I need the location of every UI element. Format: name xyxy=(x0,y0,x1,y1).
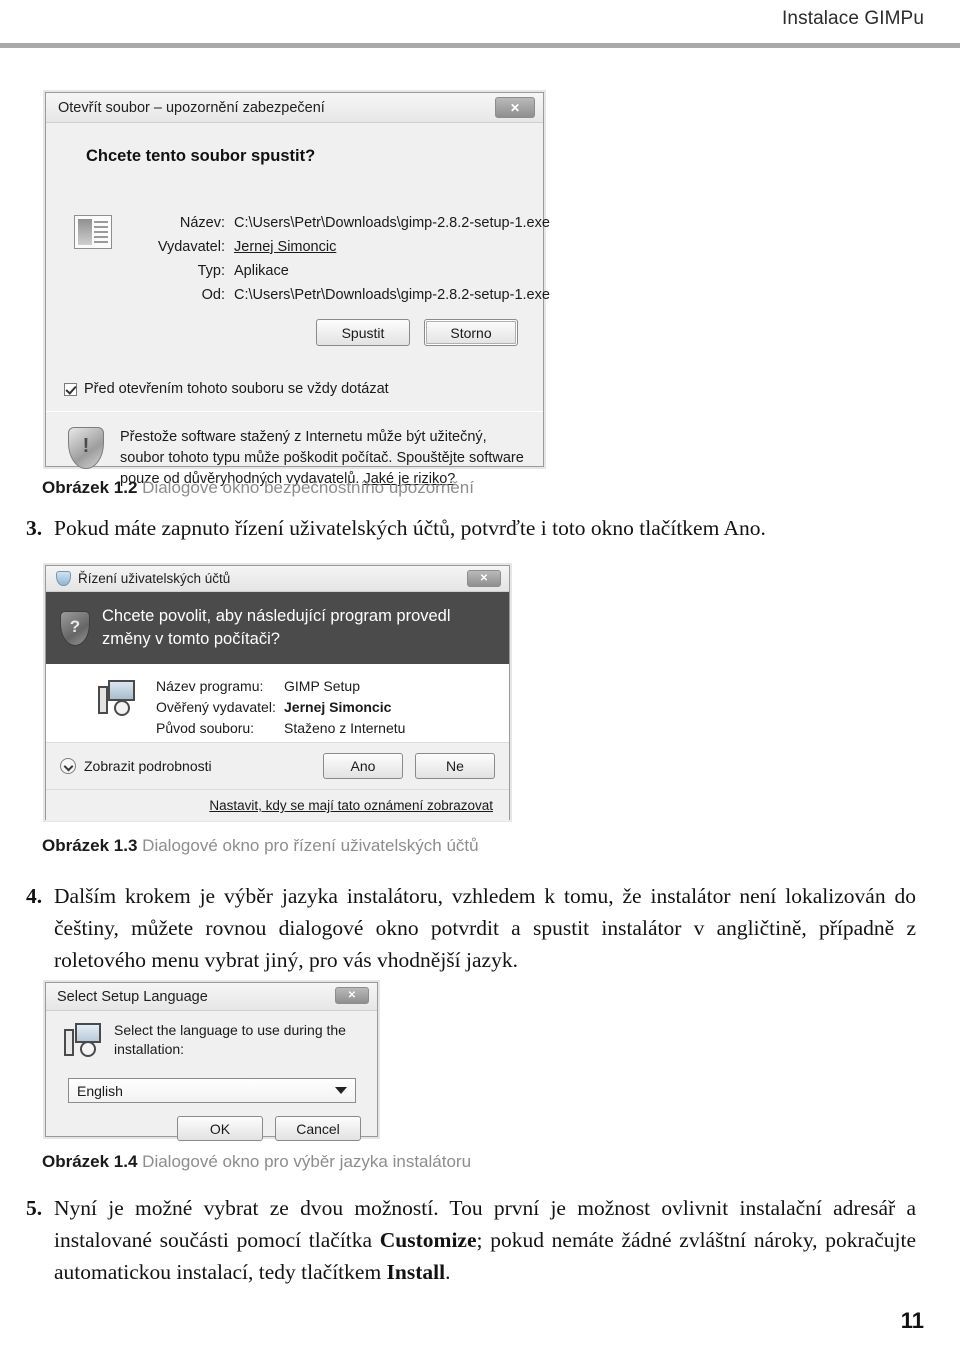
security-dialog-titlebar: Otevřít soubor – upozornění zabezpečení … xyxy=(46,93,543,123)
ok-button[interactable]: OK xyxy=(177,1116,263,1141)
detail-row-from: Od: C:\Users\Petr\Downloads\gimp-2.8.2-s… xyxy=(138,283,550,307)
show-details-toggle[interactable]: Zobrazit podrobnosti xyxy=(60,758,212,774)
uac-detail-value: Staženo z Internetu xyxy=(284,720,406,736)
caption-text: Dialogové okno pro řízení uživatelských … xyxy=(137,836,479,855)
list-item-number: 4. xyxy=(26,884,43,908)
publisher-link[interactable]: Jernej Simoncic xyxy=(234,235,336,259)
language-dialog-body: Select the language to use during the in… xyxy=(46,1011,377,1141)
caption-text: Dialogové okno pro výběr jazyka instalát… xyxy=(137,1152,472,1171)
run-button[interactable]: Spustit xyxy=(316,319,410,346)
list-item-number: 3. xyxy=(26,516,43,540)
caption-number: Obrázek 1.2 xyxy=(42,478,138,497)
language-dialog-buttons: OK Cancel xyxy=(177,1116,361,1141)
warning-shield-icon: ! xyxy=(68,427,104,469)
security-warning-dialog: Otevřít soubor – upozornění zabezpečení … xyxy=(45,92,550,487)
close-icon[interactable]: ✕ xyxy=(467,570,501,587)
shield-question-icon: ? xyxy=(60,610,90,646)
chevron-down-icon[interactable] xyxy=(60,758,76,774)
security-dialog-body: Chcete tento soubor spustit? Název: C:\U… xyxy=(46,123,550,487)
detail-value: C:\Users\Petr\Downloads\gimp-2.8.2-setup… xyxy=(234,287,550,303)
no-button[interactable]: Ne xyxy=(415,753,495,779)
always-ask-checkbox-row[interactable]: Před otevřením tohoto souboru se vždy do… xyxy=(64,381,389,397)
always-ask-label: Před otevřením tohoto souboru se vždy do… xyxy=(84,381,389,397)
caption-number: Obrázek 1.4 xyxy=(42,1152,138,1171)
list-item-text: Nyní je možné vybrat ze dvou možností. T… xyxy=(54,1192,916,1288)
security-dialog-buttons: Spustit Storno xyxy=(316,319,518,346)
detail-row-type: Typ: Aplikace xyxy=(138,259,550,283)
uac-detail-row-publisher: Ověřený vydavatel: Jernej Simoncic xyxy=(156,697,405,718)
cancel-button[interactable]: Cancel xyxy=(275,1116,361,1141)
show-details-label: Zobrazit podrobnosti xyxy=(84,758,212,774)
page-number: 11 xyxy=(900,1308,924,1333)
uac-detail-value: GIMP Setup xyxy=(284,678,361,694)
uac-banner-text: Chcete povolit, aby následující program … xyxy=(102,607,451,648)
detail-value: Aplikace xyxy=(234,263,289,279)
cancel-button[interactable]: Storno xyxy=(424,319,518,346)
list-item-text: Pokud máte zapnuto řízení uživatelských … xyxy=(54,516,766,540)
detail-row-name: Název: C:\Users\Petr\Downloads\gimp-2.8.… xyxy=(138,211,550,235)
uac-detail-label: Původ souboru: xyxy=(156,720,255,736)
list-item-text: Dalším krokem je výběr jazyka instalátor… xyxy=(54,884,916,972)
uac-detail-label: Ověřený vydavatel: xyxy=(156,699,276,715)
uac-banner: ? Chcete povolit, aby následující progra… xyxy=(46,592,509,664)
notification-settings-link[interactable]: Nastavit, kdy se mají tato oznámení zobr… xyxy=(209,798,493,813)
yes-button[interactable]: Ano xyxy=(323,753,403,779)
figure-caption-1-2: Obrázek 1.2 Dialogové okno bezpečnostníh… xyxy=(42,478,474,498)
checkbox-icon[interactable] xyxy=(64,382,77,396)
security-divider xyxy=(46,411,543,412)
list-item-number: 5. xyxy=(26,1196,43,1220)
uac-dialog: Řízení uživatelských účtů ✕ ? Chcete pov… xyxy=(45,565,510,821)
caption-number: Obrázek 1.3 xyxy=(42,836,138,855)
close-icon[interactable]: ✕ xyxy=(335,987,369,1004)
uac-settings-bar: Nastavit, kdy se mají tato oznámení zobr… xyxy=(46,789,509,821)
detail-label: Název: xyxy=(179,215,225,231)
language-dialog-titlebar: Select Setup Language ✕ xyxy=(46,983,377,1011)
figure-caption-1-4: Obrázek 1.4 Dialogové okno pro výběr jaz… xyxy=(42,1152,471,1172)
page-header: Instalace GIMPu xyxy=(0,0,960,56)
security-warning-zone: ! Přestože software stažený z Internetu … xyxy=(46,413,543,487)
detail-label: Vydavatel: xyxy=(157,239,225,255)
list-item: 5. Nyní je možné vybrat ze dvou možností… xyxy=(26,1192,916,1288)
install-button-mention: Install xyxy=(386,1260,446,1284)
security-dialog-title: Otevřít soubor – upozornění zabezpečení xyxy=(58,99,325,116)
close-icon[interactable]: ✕ xyxy=(495,97,535,118)
security-question-heading: Chcete tento soubor spustit? xyxy=(86,147,316,165)
uac-dialog-titlebar: Řízení uživatelských účtů ✕ xyxy=(46,566,509,592)
page-header-title: Instalace GIMPu xyxy=(782,8,924,29)
uac-dialog-title: Řízení uživatelských účtů xyxy=(78,571,231,586)
detail-label: Od: xyxy=(201,287,225,303)
item5-part3: . xyxy=(445,1260,451,1284)
caption-text: Dialogové okno bezpečnostního upozornění xyxy=(137,478,474,497)
language-select-value: English xyxy=(77,1082,123,1099)
uac-detail-value: Jernej Simoncic xyxy=(284,699,392,715)
uac-program-details: Název programu: GIMP Setup Ověřený vydav… xyxy=(46,664,509,742)
header-divider-rule xyxy=(0,43,960,48)
detail-label: Typ: xyxy=(197,263,225,279)
uac-action-bar: Zobrazit podrobnosti Ano Ne xyxy=(46,742,509,789)
security-file-details: Název: C:\Users\Petr\Downloads\gimp-2.8.… xyxy=(138,211,550,307)
figure-caption-1-3: Obrázek 1.3 Dialogové okno pro řízení už… xyxy=(42,836,479,856)
file-document-icon xyxy=(74,215,112,249)
detail-value: C:\Users\Petr\Downloads\gimp-2.8.2-setup… xyxy=(234,215,550,231)
installer-setup-icon xyxy=(64,1023,102,1059)
uac-detail-label: Název programu: xyxy=(156,678,264,694)
customize-button-mention: Customize xyxy=(379,1228,477,1252)
language-prompt-text: Select the language to use during the in… xyxy=(114,1022,346,1057)
uac-detail-row-origin: Původ souboru: Staženo z Internetu xyxy=(156,718,405,739)
program-setup-icon xyxy=(98,680,138,718)
language-select[interactable]: English xyxy=(68,1078,356,1103)
uac-shield-icon xyxy=(56,571,71,586)
list-item: 3. Pokud máte zapnuto řízení uživatelský… xyxy=(26,512,916,544)
list-item: 4. Dalším krokem je výběr jazyka instalá… xyxy=(26,880,916,976)
language-dialog-title: Select Setup Language xyxy=(57,988,208,1005)
detail-row-publisher: Vydavatel: Jernej Simoncic xyxy=(138,235,550,259)
uac-detail-row-program: Název programu: GIMP Setup xyxy=(156,676,405,697)
chevron-down-icon[interactable] xyxy=(335,1087,347,1094)
select-setup-language-dialog: Select Setup Language ✕ Select the langu… xyxy=(45,982,378,1141)
